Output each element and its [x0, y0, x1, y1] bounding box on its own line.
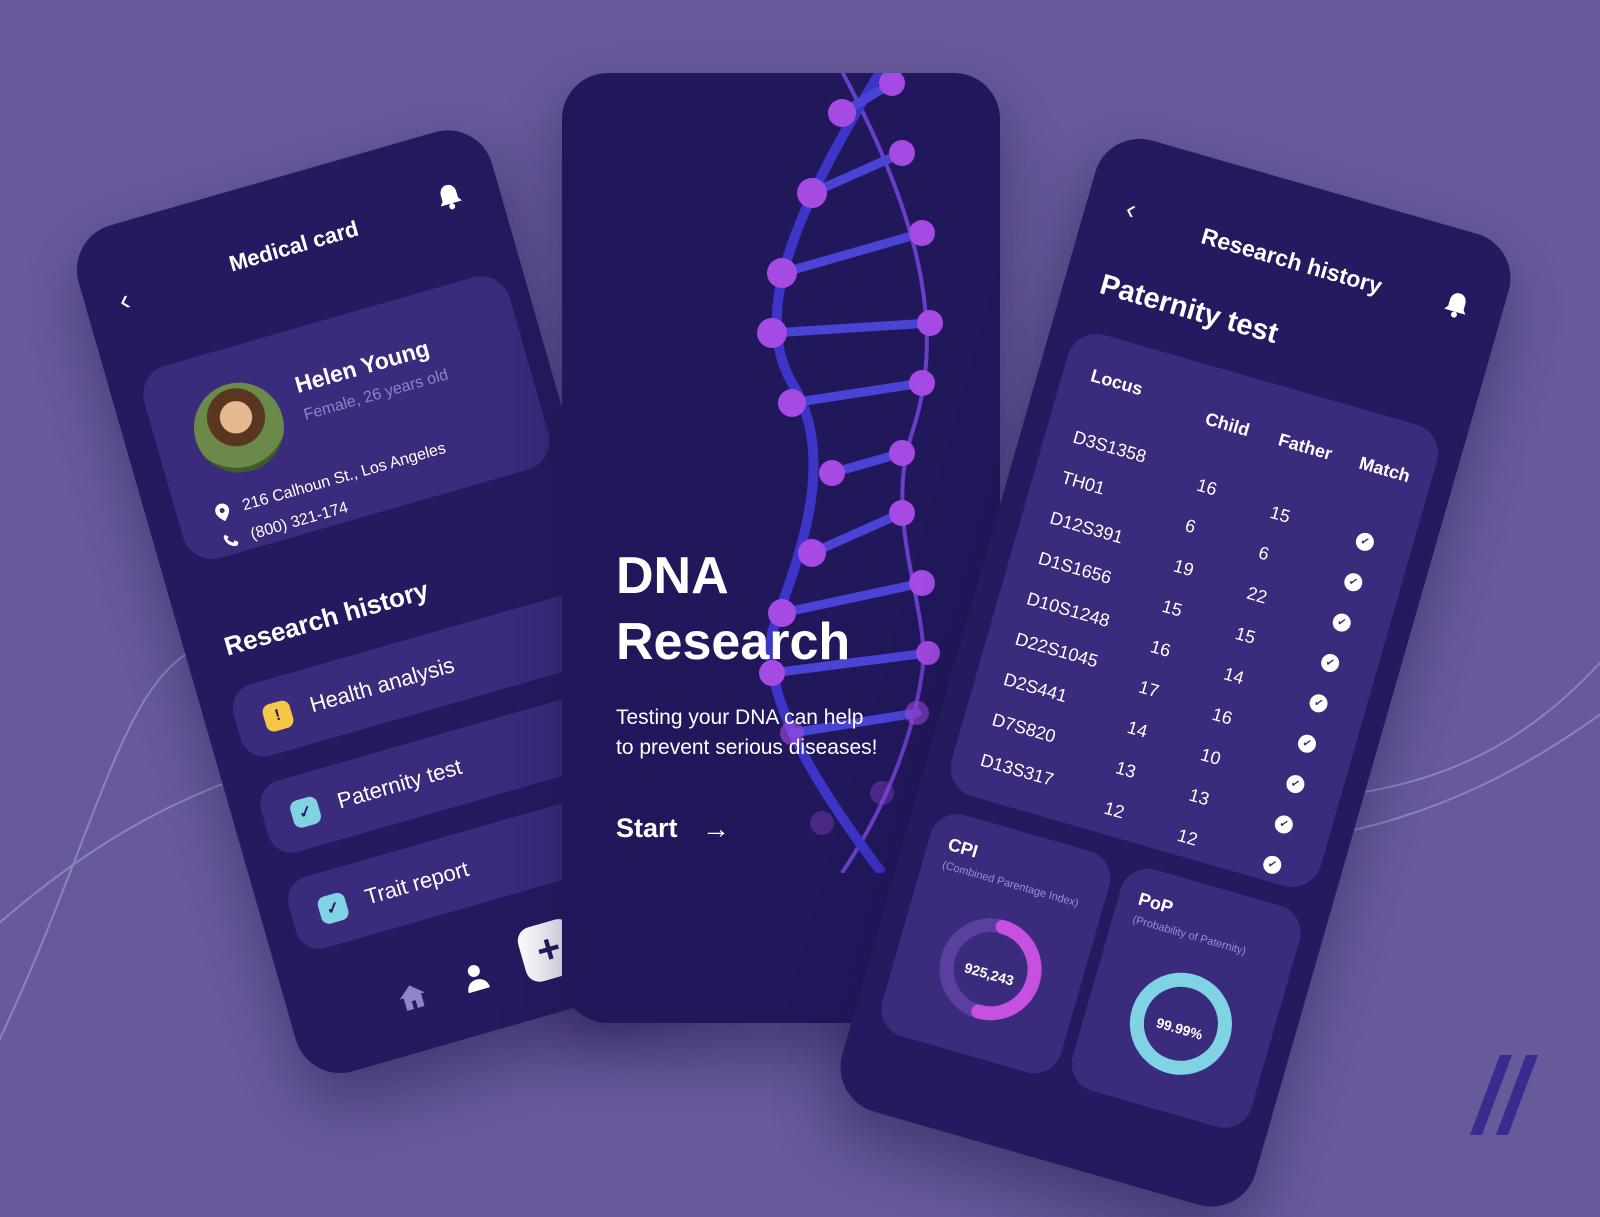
user-icon[interactable] — [460, 961, 492, 999]
screen-title: Medical card — [226, 215, 362, 277]
child-cell: 12 — [1101, 797, 1127, 823]
father-cell: 6 — [1256, 542, 1272, 565]
locus-cell: D12S391 — [1047, 507, 1126, 548]
phone-icon — [222, 530, 243, 555]
locus-cell: D3S1358 — [1070, 426, 1149, 467]
match-check-icon: ✓ — [1272, 813, 1295, 836]
locus-cell: D13S317 — [978, 749, 1056, 790]
match-check-icon: ✓ — [1330, 611, 1353, 634]
child-cell: 17 — [1136, 676, 1162, 702]
father-cell: 16 — [1209, 703, 1235, 729]
child-cell: 14 — [1125, 717, 1150, 742]
bell-icon[interactable] — [434, 180, 466, 218]
father-cell: 15 — [1233, 623, 1258, 648]
dna-subtitle: Testing your DNA can help to prevent ser… — [616, 706, 878, 759]
locus-cell: D2S441 — [1001, 669, 1070, 707]
test-heading: Paternity test — [1096, 268, 1282, 351]
father-cell: 15 — [1267, 502, 1293, 527]
child-cell: 15 — [1159, 595, 1185, 621]
screen-title: Research history — [1198, 222, 1386, 300]
warning-icon: ! — [260, 698, 296, 734]
match-check-icon: ✓ — [1319, 651, 1342, 675]
father-cell: 14 — [1221, 663, 1247, 689]
dna-title: DNA Research — [616, 547, 851, 671]
child-cell: 19 — [1171, 555, 1197, 581]
bell-icon[interactable] — [1440, 288, 1472, 326]
column-header-match: Match — [1356, 452, 1413, 487]
child-cell: 13 — [1113, 757, 1139, 783]
column-header-father: Father — [1276, 429, 1335, 464]
pop-title: PoP — [1136, 888, 1176, 918]
pop-subtitle: (Probability of Paternity) — [1131, 913, 1248, 958]
profile-card: Helen Young Female, 26 years old 216 Cal… — [136, 269, 557, 567]
locus-cell: D22S1045 — [1013, 628, 1101, 672]
locus-cell: D10S1248 — [1024, 588, 1112, 632]
research-item-label: Trait report — [361, 856, 472, 910]
checkbox-checked-icon: ✓ — [315, 891, 351, 926]
arrow-right-icon[interactable]: → — [702, 813, 730, 845]
location-pin-icon — [214, 502, 234, 528]
column-header-locus: Locus — [1088, 365, 1145, 400]
father-cell: 13 — [1186, 784, 1212, 810]
back-icon[interactable]: ‹ — [115, 284, 134, 319]
checkbox-checked-icon: ✓ — [288, 794, 323, 830]
column-header-child: Child — [1203, 408, 1252, 441]
match-check-icon: ✓ — [1284, 772, 1307, 796]
match-check-icon: ✓ — [1307, 692, 1330, 715]
home-icon[interactable] — [396, 981, 431, 1019]
child-cell: 16 — [1194, 474, 1220, 500]
locus-cell: TH01 — [1059, 467, 1108, 499]
research-item-label: Health analysis — [306, 652, 458, 718]
back-icon[interactable]: ‹ — [1122, 193, 1140, 226]
father-cell: 10 — [1198, 744, 1224, 770]
start-button[interactable]: Start — [616, 813, 678, 844]
father-cell: 22 — [1244, 582, 1270, 608]
locus-cell: D1S1656 — [1036, 547, 1114, 588]
father-cell: 12 — [1175, 825, 1200, 850]
match-check-icon: ✓ — [1342, 571, 1365, 594]
match-check-icon: ✓ — [1261, 853, 1284, 876]
child-cell: 6 — [1182, 515, 1199, 538]
child-cell: 16 — [1148, 636, 1173, 662]
match-check-icon: ✓ — [1353, 530, 1377, 553]
research-item-label: Paternity test — [334, 753, 465, 814]
brand-logo-icon — [1470, 1055, 1538, 1135]
locus-cell: D7S820 — [989, 709, 1058, 747]
cpi-subtitle: (Combined Parentage Index) — [940, 859, 1080, 910]
match-check-icon: ✓ — [1295, 732, 1319, 755]
avatar — [179, 368, 299, 488]
cpi-title: CPI — [945, 834, 981, 862]
